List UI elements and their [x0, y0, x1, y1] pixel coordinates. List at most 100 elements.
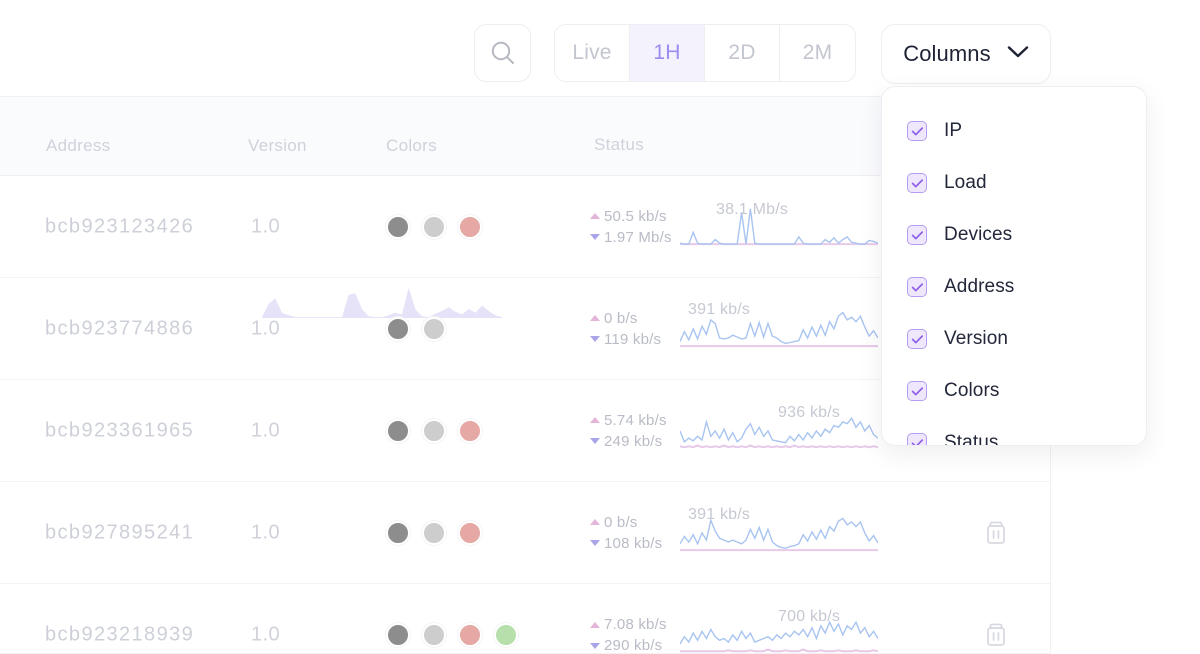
- cell-status: 5.74 kb/s 249 kb/s 936 kb/s: [590, 403, 878, 459]
- columns-dropdown-item-label: IP: [944, 120, 963, 141]
- arrow-up-icon: [590, 315, 600, 321]
- cell-colors: [386, 214, 482, 239]
- checkbox-ip[interactable]: [907, 121, 927, 141]
- color-dot: [458, 520, 482, 545]
- columns-dropdown-item[interactable]: Version: [882, 313, 1146, 365]
- search-button[interactable]: [474, 24, 531, 82]
- checkbox-status[interactable]: [907, 433, 927, 445]
- peak-rate-label: 391 kb/s: [688, 300, 751, 318]
- columns-dropdown-item[interactable]: Colors: [882, 365, 1146, 417]
- color-dot: [422, 520, 446, 545]
- time-range-segmented-control[interactable]: Live 1H 2D 2M: [554, 24, 856, 82]
- peak-rate-label: 391 kb/s: [688, 505, 751, 523]
- rate-labels: 50.5 kb/s 1.97 Mb/s: [590, 208, 672, 246]
- column-header-address[interactable]: Address: [46, 136, 110, 156]
- arrow-up-icon: [590, 213, 600, 219]
- columns-dropdown-item[interactable]: Status: [882, 417, 1146, 445]
- app-root: Live 1H 2D 2M Columns Address Version Co…: [0, 0, 1200, 654]
- delete-row-button[interactable]: [982, 518, 1010, 548]
- upload-rate-value: 0 b/s: [604, 309, 638, 327]
- columns-dropdown-item[interactable]: IP: [882, 105, 1146, 157]
- color-dot: [422, 214, 446, 239]
- delete-row-button[interactable]: [982, 620, 1010, 650]
- time-range-option-live[interactable]: Live: [555, 25, 630, 81]
- check-icon: [911, 438, 923, 445]
- throughput-sparkline: 391 kb/s: [680, 505, 878, 561]
- table-row[interactable]: bcb923218939 1.0 7.08 kb/s 290 kb/s 700 kb/s: [0, 584, 1050, 654]
- columns-dropdown-item[interactable]: Address: [882, 261, 1146, 313]
- upload-rate: 5.74 kb/s: [590, 412, 670, 429]
- columns-button[interactable]: Columns: [881, 24, 1051, 84]
- download-rate-value: 290 kb/s: [604, 637, 663, 654]
- time-range-option-2m[interactable]: 2M: [780, 25, 855, 81]
- color-dot: [458, 418, 482, 443]
- color-dot: [422, 316, 446, 341]
- columns-dropdown-item-label: Version: [944, 328, 1009, 349]
- throughput-sparkline: 936 kb/s: [680, 403, 878, 459]
- download-rate-value: 119 kb/s: [604, 330, 662, 348]
- arrow-down-icon: [590, 336, 600, 342]
- sparkline-upload-series: [680, 443, 878, 448]
- checkbox-load[interactable]: [907, 173, 927, 193]
- download-rate: 290 kb/s: [590, 637, 670, 654]
- columns-dropdown-item-label: Address: [944, 276, 1015, 297]
- cell-version: 1.0: [251, 521, 281, 543]
- columns-dropdown-item[interactable]: Load: [882, 157, 1146, 209]
- row-background-sparkline: [262, 280, 502, 322]
- download-rate-value: 249 kb/s: [604, 432, 663, 450]
- rate-labels: 5.74 kb/s 249 kb/s: [590, 412, 670, 450]
- upload-rate: 50.5 kb/s: [590, 208, 670, 225]
- arrow-up-icon: [590, 417, 600, 423]
- cell-colors: [386, 418, 482, 443]
- color-dot: [458, 214, 482, 239]
- checkbox-address[interactable]: [907, 277, 927, 297]
- color-dot: [422, 623, 446, 647]
- color-dot: [386, 520, 410, 545]
- columns-dropdown-item-label: Devices: [944, 224, 1013, 245]
- table-row[interactable]: bcb927895241 1.0 0 b/s 108 kb/s 391 kb/s: [0, 482, 1050, 584]
- rate-labels: 0 b/s 119 kb/s: [590, 310, 670, 348]
- throughput-sparkline: 38.1 Mb/s: [680, 199, 878, 255]
- cell-version: 1.0: [251, 215, 281, 237]
- cell-colors: [386, 520, 482, 545]
- time-range-option-1h[interactable]: 1H: [630, 25, 705, 81]
- cell-status: 0 b/s 119 kb/s 391 kb/s: [590, 301, 878, 357]
- peak-rate-label: 700 kb/s: [778, 608, 841, 625]
- checkbox-colors[interactable]: [907, 381, 927, 401]
- cell-address: bcb923361965: [45, 419, 195, 441]
- download-rate-value: 1.97 Mb/s: [604, 228, 672, 246]
- sparkline-upload-series: [680, 648, 878, 653]
- cell-version: 1.0: [251, 419, 281, 441]
- trash-icon: [987, 623, 1005, 646]
- cell-address: bcb923774886: [45, 317, 195, 339]
- arrow-up-icon: [590, 519, 600, 525]
- cell-version: 1.0: [251, 623, 281, 646]
- arrow-up-icon: [590, 621, 600, 628]
- color-dot: [386, 316, 410, 341]
- column-header-status[interactable]: Status: [594, 135, 644, 155]
- arrow-down-icon: [590, 642, 600, 649]
- check-icon: [911, 230, 923, 239]
- color-dot: [422, 418, 446, 443]
- chevron-down-icon: [1007, 45, 1029, 64]
- color-dot: [458, 623, 482, 647]
- time-range-option-2d[interactable]: 2D: [705, 25, 780, 81]
- checkbox-devices[interactable]: [907, 225, 927, 245]
- column-header-version[interactable]: Version: [248, 136, 307, 156]
- color-dot: [386, 418, 410, 443]
- throughput-sparkline: 700 kb/s: [680, 607, 878, 653]
- trash-icon: [987, 521, 1005, 544]
- upload-rate: 0 b/s: [590, 310, 670, 327]
- check-icon: [911, 178, 923, 187]
- columns-dropdown-item[interactable]: Devices: [882, 209, 1146, 261]
- check-icon: [911, 282, 923, 291]
- cell-version: 1.0: [251, 317, 281, 339]
- checkbox-version[interactable]: [907, 329, 927, 349]
- download-rate: 108 kb/s: [590, 535, 670, 552]
- column-header-colors[interactable]: Colors: [386, 136, 437, 156]
- search-icon: [488, 38, 518, 68]
- columns-dropdown-list: IP Load Devices Address Version Colors Status: [882, 105, 1146, 445]
- cell-status: 0 b/s 108 kb/s 391 kb/s: [590, 505, 878, 561]
- columns-button-label: Columns: [903, 41, 991, 66]
- cell-address: bcb923218939: [45, 623, 195, 646]
